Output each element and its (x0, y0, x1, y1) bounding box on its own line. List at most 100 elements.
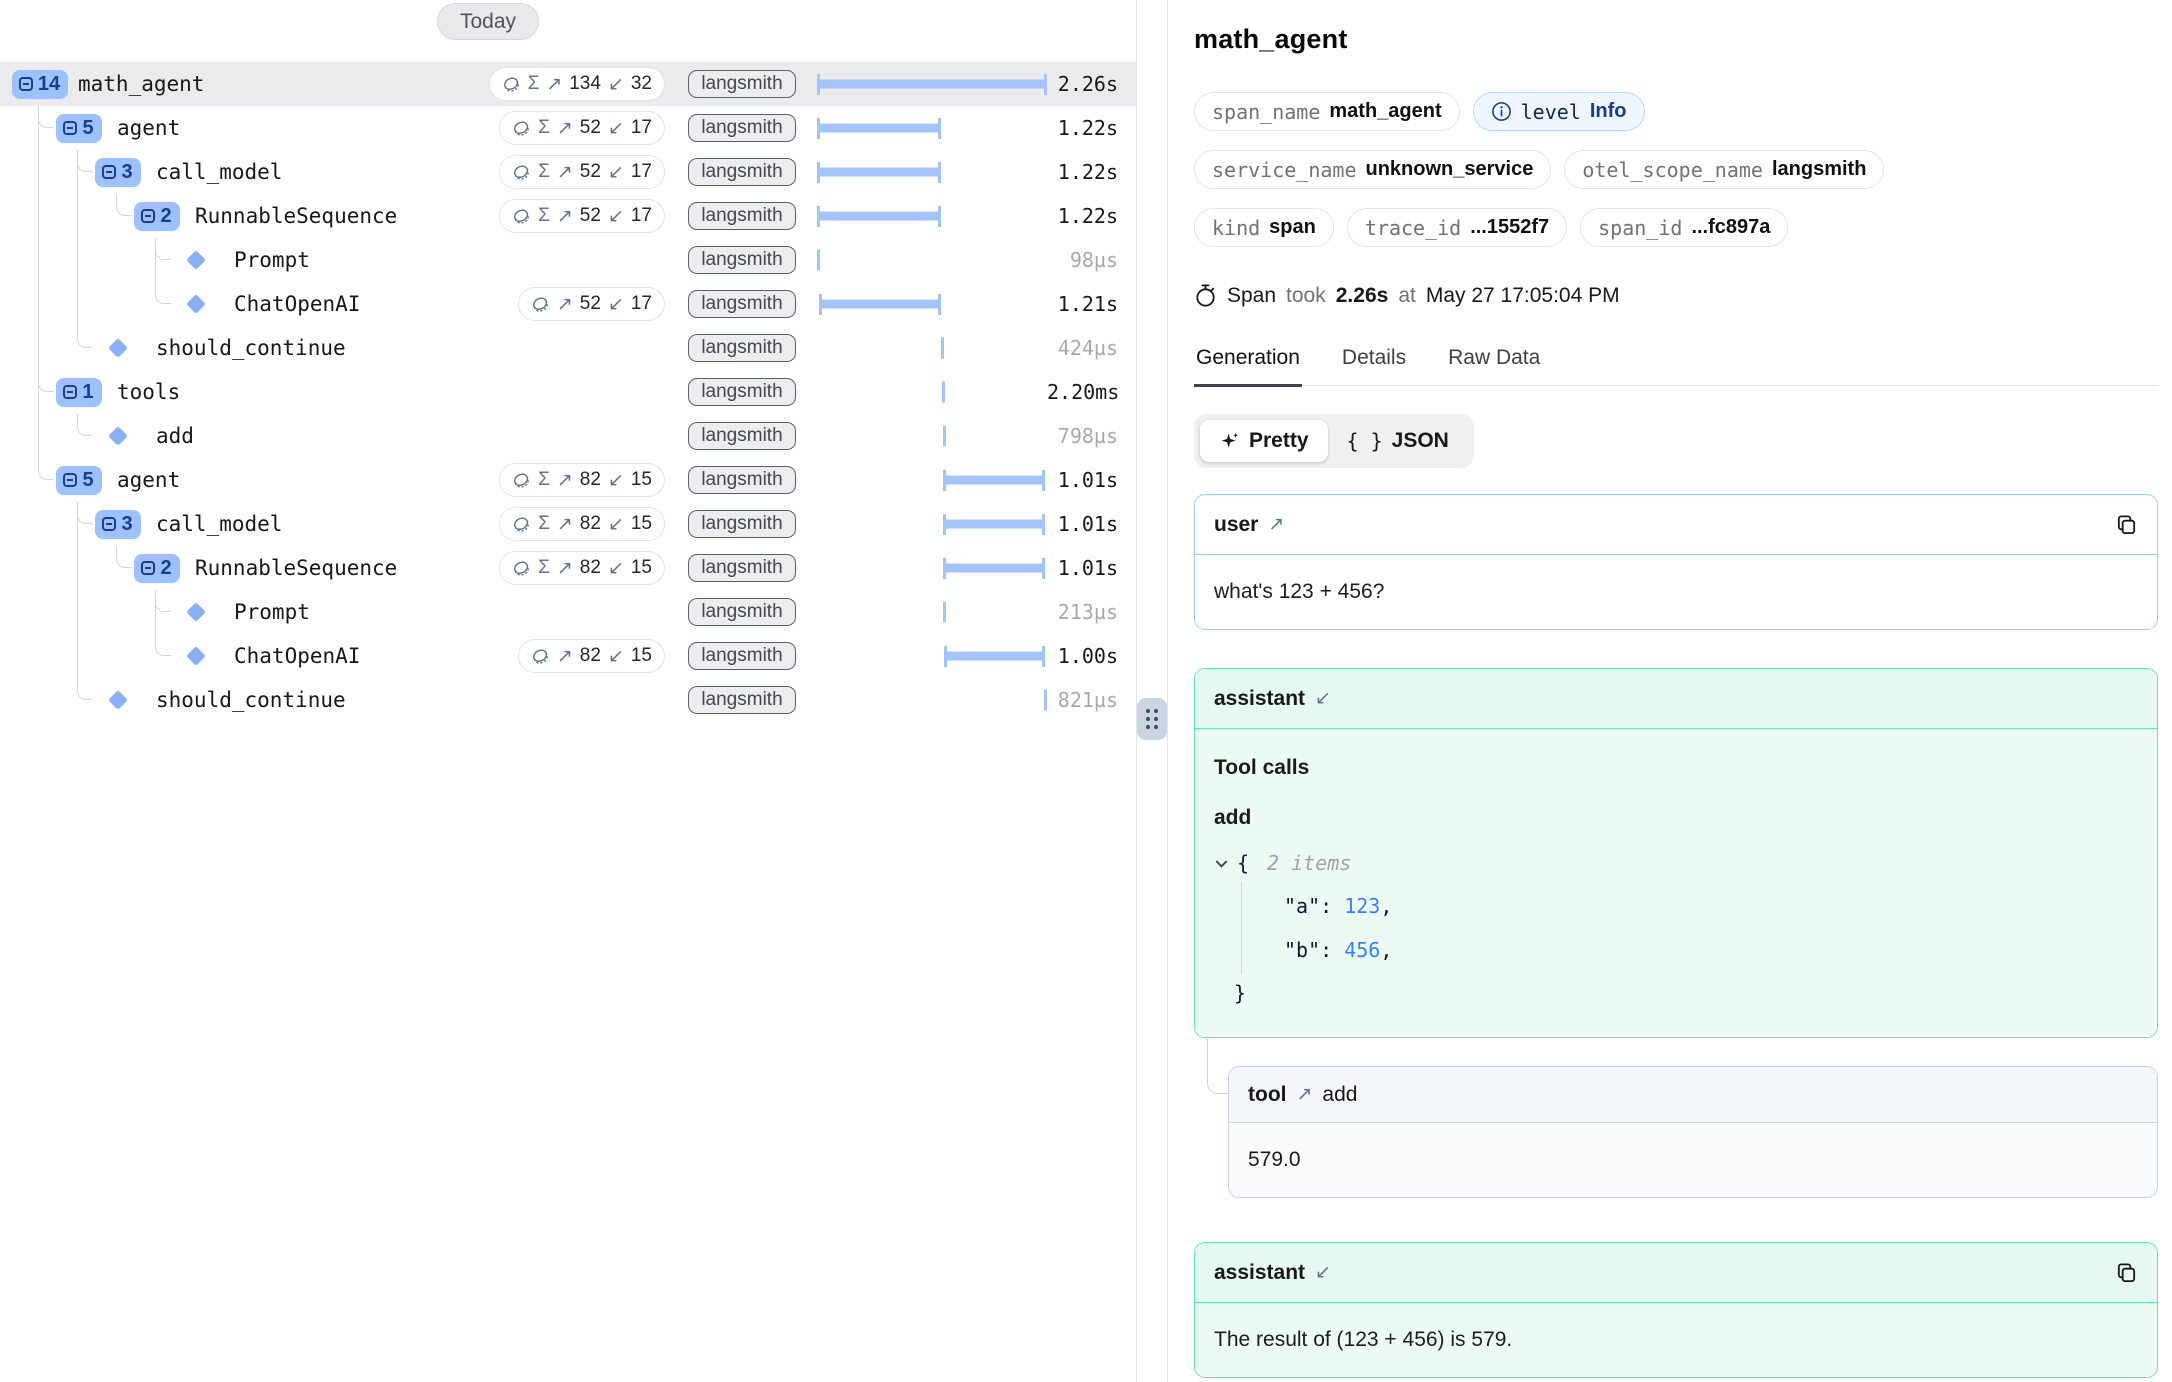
duration-text: 98µs (1047, 248, 1136, 272)
trace-tree: 14math_agentΣ↗134↙32langsmith2.26s5agent… (0, 62, 1136, 722)
arrow-up-right-icon: ↗ (557, 293, 573, 316)
detail-tabs: Generation Details Raw Data (1194, 346, 2158, 386)
arrow-up-right-icon: ↗ (557, 117, 573, 140)
message-card-assistant-tool: assistant ↙ Tool calls add { 2 items "a"… (1194, 668, 2158, 1038)
tree-row-add[interactable]: add langsmith 798µs (0, 414, 1136, 458)
pill-key: span_id (1598, 216, 1682, 240)
json-button[interactable]: { } JSON (1328, 420, 1468, 462)
tree-row-RunnableSequence[interactable]: 2RunnableSequenceΣ↗52↙17langsmith1.22s (0, 194, 1136, 238)
span-name: call_model (156, 512, 282, 536)
collapse-badge[interactable]: 1 (56, 378, 101, 407)
duration-text: 1.01s (1047, 512, 1136, 536)
message-header: tool ↗ add (1229, 1067, 2157, 1123)
tree-row-tools[interactable]: 1toolslangsmith2.20ms (0, 370, 1136, 414)
tree-row-Prompt[interactable]: Promptlangsmith213µs (0, 590, 1136, 634)
pill-value: langsmith (1772, 158, 1866, 181)
tab-generation[interactable]: Generation (1194, 346, 1302, 387)
tree-guide-line (77, 634, 78, 678)
tree-row-Prompt[interactable]: Promptlangsmith98µs (0, 238, 1136, 282)
input-tokens: 52 (580, 205, 601, 227)
input-tokens: 52 (580, 161, 601, 183)
langsmith-tag: langsmith (688, 290, 795, 318)
duration-text: 1.22s (1047, 116, 1136, 140)
collapse-badge[interactable]: 3 (95, 510, 140, 539)
token-coin-icon (531, 647, 550, 666)
duration-text: 213µs (1047, 600, 1136, 624)
meta-pill-kind: kindspan (1194, 208, 1334, 247)
duration-bar (817, 80, 1047, 89)
span-name: add (156, 424, 194, 448)
tool-connector-line (1207, 1038, 1229, 1094)
message-header: assistant ↙ (1195, 1243, 2157, 1303)
arrow-in-icon: ↙ (1315, 687, 1331, 710)
meta-pill-trace_id: trace_id...1552f7 (1347, 208, 1567, 247)
tab-raw-data[interactable]: Raw Data (1446, 346, 1542, 385)
langsmith-tag: langsmith (688, 686, 795, 714)
message-card-assistant-final: assistant ↙ The result of (123 + 456) is… (1194, 1242, 2158, 1378)
arrow-up-right-icon: ↗ (557, 205, 573, 228)
tree-row-ChatOpenAI[interactable]: ChatOpenAI↗52↙17langsmith1.21s (0, 282, 1136, 326)
pill-key: service_name (1212, 158, 1357, 182)
token-coin-icon (512, 559, 531, 578)
message-header: assistant ↙ (1195, 669, 2157, 729)
json-line: "b": 456, (1284, 928, 2138, 972)
tree-row-agent[interactable]: 5agentΣ↗52↙17langsmith1.22s (0, 106, 1136, 150)
tree-row-agent[interactable]: 5agentΣ↗82↙15langsmith1.01s (0, 458, 1136, 502)
collapse-badge[interactable]: 5 (56, 114, 101, 143)
span-name: agent (117, 468, 180, 492)
span-name: should_continue (156, 688, 346, 712)
tree-guide-line (38, 414, 39, 458)
role-label: assistant (1214, 1261, 1305, 1285)
collapse-minus-icon (63, 385, 77, 399)
input-tokens: 52 (580, 293, 601, 315)
json-rows: "a": 123, "b": 456, (1241, 882, 2138, 974)
duration-text: 424µs (1047, 336, 1136, 360)
drag-handle[interactable] (1137, 698, 1167, 740)
collapse-badge[interactable]: 3 (95, 158, 140, 187)
collapse-badge[interactable]: 2 (134, 202, 179, 231)
tree-row-math_agent[interactable]: 14math_agentΣ↗134↙32langsmith2.26s (0, 62, 1136, 106)
tree-row-call_model[interactable]: 3call_modelΣ↗52↙17langsmith1.22s (0, 150, 1136, 194)
message-header: user ↗ (1195, 495, 2157, 555)
chevron-down-icon[interactable] (1214, 856, 1229, 871)
copy-button[interactable] (2115, 1261, 2138, 1284)
token-coin-icon (512, 471, 531, 490)
date-pill[interactable]: Today (437, 3, 539, 40)
output-tokens: 15 (631, 469, 652, 491)
arrow-out-icon: ↗ (1296, 1083, 1312, 1106)
tree-row-RunnableSequence[interactable]: 2RunnableSequenceΣ↗82↙15langsmith1.01s (0, 546, 1136, 590)
tree-row-call_model[interactable]: 3call_modelΣ↗82↙15langsmith1.01s (0, 502, 1136, 546)
braces-icon: { } (1347, 429, 1383, 453)
arrow-down-left-icon: ↙ (608, 161, 624, 184)
pretty-button[interactable]: Pretty (1200, 420, 1328, 462)
tab-details[interactable]: Details (1340, 346, 1408, 385)
span-name: tools (117, 380, 180, 404)
tree-guide-line (38, 326, 39, 370)
langsmith-tag: langsmith (688, 114, 795, 142)
arrow-down-left-icon: ↙ (608, 73, 624, 96)
tree-row-ChatOpenAI[interactable]: ChatOpenAI↗82↙15langsmith1.00s (0, 634, 1136, 678)
duration-tick (943, 426, 946, 447)
message-body: The result of (123 + 456) is 579. (1195, 1303, 2157, 1377)
token-coin-icon (512, 119, 531, 138)
collapse-badge[interactable]: 2 (134, 554, 179, 583)
output-tokens: 32 (631, 73, 652, 95)
tree-row-should_continue[interactable]: should_continuelangsmith821µs (0, 678, 1136, 722)
arrow-up-right-icon: ↗ (557, 161, 573, 184)
leaf-diamond-icon (186, 250, 206, 270)
langsmith-tag: langsmith (688, 466, 795, 494)
copy-button[interactable] (2115, 513, 2138, 536)
collapse-minus-icon (141, 561, 155, 575)
token-badge: ↗52↙17 (518, 287, 665, 321)
collapse-badge[interactable]: 5 (56, 466, 101, 495)
tree-guide-line (38, 194, 39, 238)
duration-text: 798µs (1047, 424, 1136, 448)
sigma-icon: Σ (538, 161, 550, 183)
arrow-down-left-icon: ↙ (608, 645, 624, 668)
arrow-up-right-icon: ↗ (557, 469, 573, 492)
arrow-down-left-icon: ↙ (608, 205, 624, 228)
langsmith-tag: langsmith (688, 422, 795, 450)
pill-key: otel_scope_name (1582, 158, 1763, 182)
collapse-badge[interactable]: 14 (12, 70, 68, 99)
tree-row-should_continue[interactable]: should_continuelangsmith424µs (0, 326, 1136, 370)
